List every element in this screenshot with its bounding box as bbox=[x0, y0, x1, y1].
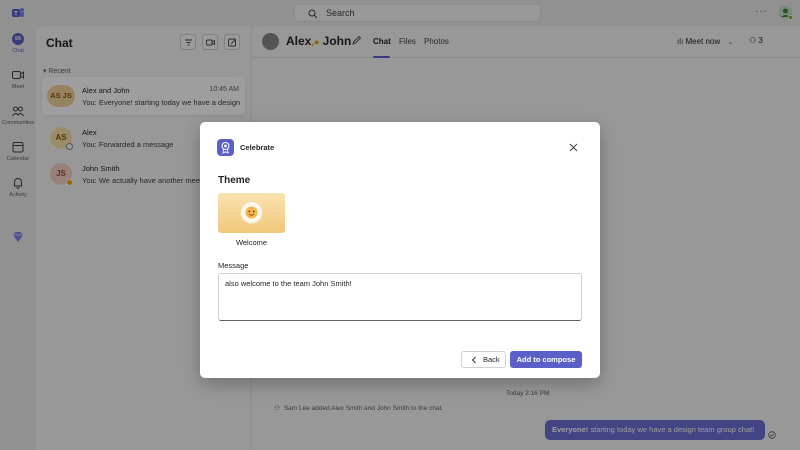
add-to-compose-button[interactable]: Add to compose bbox=[510, 351, 582, 368]
back-button[interactable]: Back bbox=[461, 351, 506, 368]
celebrate-app-icon bbox=[217, 139, 234, 156]
emoji-face-icon bbox=[240, 201, 263, 224]
chevron-left-icon bbox=[471, 356, 476, 364]
theme-heading: Theme bbox=[218, 175, 251, 186]
dialog-title: Celebrate bbox=[240, 143, 275, 152]
back-button-label: Back bbox=[483, 355, 500, 364]
theme-option-welcome[interactable] bbox=[218, 193, 285, 233]
close-icon[interactable] bbox=[567, 141, 580, 154]
celebrate-dialog: Celebrate Theme Welcome Message Back Add… bbox=[200, 122, 600, 378]
award-icon bbox=[221, 142, 230, 154]
message-label: Message bbox=[218, 261, 249, 270]
message-input[interactable] bbox=[218, 273, 582, 321]
theme-option-label: Welcome bbox=[235, 238, 268, 247]
